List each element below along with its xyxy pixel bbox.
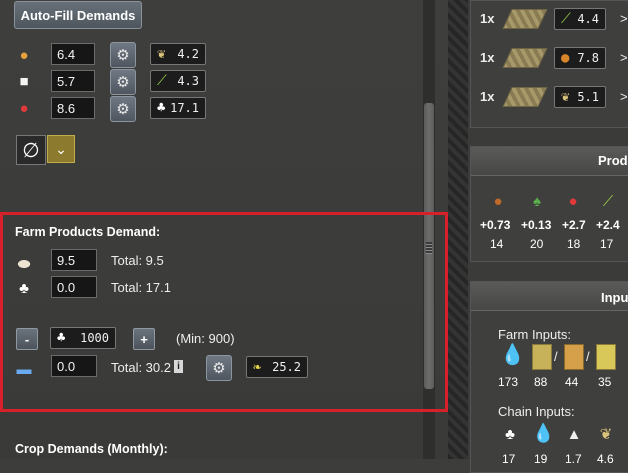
wheat-icon: ❦ (599, 426, 613, 443)
potato-icon: ● (561, 50, 570, 66)
potato-icon: ● (493, 193, 503, 210)
sugar-demand-input[interactable]: 5.7 (51, 70, 95, 92)
meat-icon: ● (19, 100, 29, 117)
recipe-arrow[interactable]: > (620, 89, 628, 104)
production-count: 14 (490, 237, 504, 251)
panel-divider (448, 0, 468, 459)
recipe-output-badge: ● 7.8 (554, 47, 606, 69)
bread-icon: ● (19, 47, 29, 64)
meat-source-badge: ♣ 17.1 (150, 97, 206, 119)
vegetables-icon: ♠ (533, 193, 541, 210)
farm-products-highlight (0, 212, 448, 412)
wheat-icon: ❦ (157, 46, 166, 62)
meat-settings-button[interactable]: ⚙ (110, 96, 136, 122)
recipe-qty: 1x (480, 50, 495, 65)
recipe-output-badge: ❦ 5.1 (554, 86, 606, 108)
sugarcane-icon: ⟋ (157, 73, 167, 89)
fertilizer-icon (532, 344, 552, 370)
production-count: 18 (567, 237, 581, 251)
water-icon: 💧 (500, 344, 525, 366)
recipe-qty: 1x (480, 89, 495, 104)
production-delta: +2.7 (562, 218, 586, 232)
empty-set-icon: ∅ (22, 139, 40, 162)
inputs-title: Input (601, 290, 628, 305)
chain-input-value: 19 (534, 452, 548, 466)
input-separator: / (586, 349, 590, 364)
recipe-output-value: 5.1 (577, 90, 599, 104)
sugarcane-icon: ⟋ (561, 11, 571, 27)
bread-settings-button[interactable]: ⚙ (110, 42, 136, 68)
fertilizer-icon (596, 344, 616, 370)
bread-demand-input[interactable]: 6.4 (51, 43, 95, 65)
production-title: Produ (598, 153, 628, 168)
chain-input-value: 4.6 (597, 452, 614, 466)
clear-filter-button[interactable]: ∅ (16, 135, 46, 165)
gear-icon: ⚙ (116, 74, 130, 91)
farm-input-value: 35 (598, 375, 612, 389)
recipe-qty: 1x (480, 11, 495, 26)
filter-dropdown-button[interactable]: ⌄ (47, 135, 75, 163)
meat-demand-input[interactable]: 8.6 (51, 97, 95, 119)
salt-icon: ▲ (566, 426, 582, 443)
sugar-source-badge: ⟋ 4.3 (150, 70, 206, 92)
chicken-icon: ♣ (505, 426, 515, 443)
auto-fill-demands-button[interactable]: Auto-Fill Demands (14, 1, 142, 29)
sugar-settings-button[interactable]: ⚙ (110, 69, 136, 95)
fertilizer-icon (564, 344, 584, 370)
recipe-output-value: 7.8 (577, 51, 599, 65)
production-delta: +0.13 (521, 218, 552, 232)
chevron-down-icon: ⌄ (55, 140, 67, 157)
sugar-icon: ■ (19, 73, 29, 90)
recipe-output-value: 4.4 (577, 12, 599, 26)
production-delta: +2.4 (596, 218, 620, 232)
chain-input-value: 17 (502, 452, 516, 466)
farm-input-value: 44 (565, 375, 579, 389)
gear-icon: ⚙ (116, 47, 130, 64)
crop-demands-heading: Crop Demands (Monthly): (15, 442, 168, 456)
bread-source-badge: ❦ 4.2 (150, 43, 206, 65)
farm-input-value: 88 (534, 375, 548, 389)
sugarcane-icon: ⟋ (602, 193, 614, 210)
chicken-icon: ♣ (157, 100, 166, 116)
fruit-icon: ● (568, 193, 578, 210)
chain-inputs-label: Chain Inputs: (498, 404, 575, 419)
farm-inputs-label: Farm Inputs: (498, 327, 571, 342)
bread-source-value: 4.2 (177, 47, 199, 61)
chain-input-value: 1.7 (565, 452, 582, 466)
production-delta: +0.73 (480, 218, 511, 232)
input-separator: / (554, 349, 558, 364)
wheat-icon: ❦ (561, 89, 570, 105)
production-count: 17 (600, 237, 614, 251)
water-icon: 💧 (532, 423, 555, 443)
farm-input-value: 173 (498, 375, 519, 389)
gear-icon: ⚙ (116, 101, 130, 118)
recipe-output-badge: ⟋ 4.4 (554, 8, 606, 30)
production-count: 20 (530, 237, 544, 251)
recipe-arrow[interactable]: > (620, 50, 628, 65)
recipe-arrow[interactable]: > (620, 11, 628, 26)
sugar-source-value: 4.3 (177, 74, 199, 88)
meat-source-value: 17.1 (170, 101, 199, 115)
